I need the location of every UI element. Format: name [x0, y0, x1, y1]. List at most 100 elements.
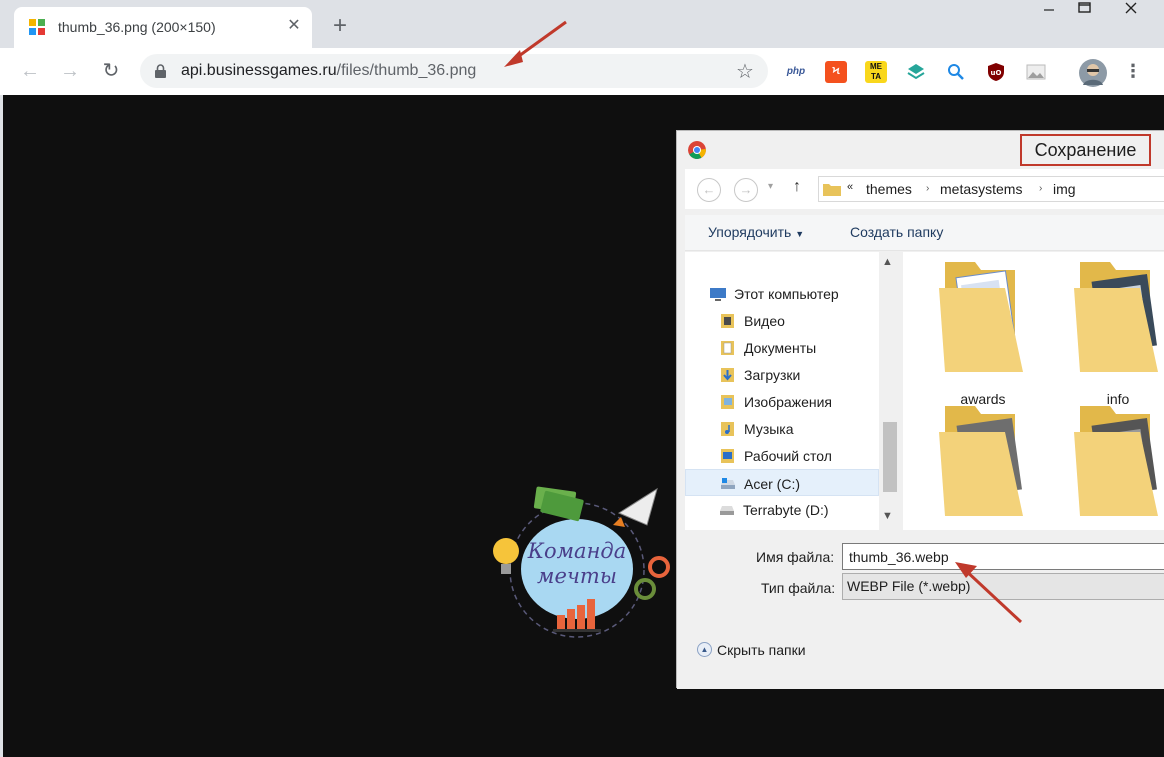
save-dialog: Сохранение ← → ▾ ↑ « themes › metasystem… [676, 130, 1164, 689]
address-bar[interactable]: api.businessgames.ru/files/thumb_36.png … [140, 54, 768, 88]
tree-item-label: Загрузки [744, 367, 801, 383]
dialog-command-bar: Упорядочить ▼ Создать папку [685, 215, 1164, 251]
chevron-up-icon: ▲ [697, 642, 712, 657]
dialog-navigation-bar: ← → ▾ ↑ « themes › metasystems › img [685, 169, 1164, 209]
bookmark-star-icon[interactable]: ☆ [736, 59, 754, 84]
dialog-back-icon[interactable]: ← [697, 178, 721, 202]
thumbnail-text-line1: Команда [527, 539, 627, 563]
maximize-icon[interactable] [1062, 0, 1108, 18]
breadcrumb-separator-icon: › [926, 183, 930, 194]
chrome-icon [688, 141, 706, 159]
tree-item-desktop[interactable]: Рабочий стол [685, 442, 879, 469]
tree-item-label: Музыка [744, 421, 794, 437]
folder-icon [1074, 262, 1158, 372]
ya-extension-icon[interactable]: Ϟ [825, 61, 847, 83]
php-extension-icon[interactable]: php [785, 61, 807, 83]
history-dropdown-icon[interactable]: ▾ [768, 181, 773, 192]
breadcrumb[interactable]: « themes › metasystems › img [818, 176, 1164, 202]
tree-item-label: Acer (C:) [744, 476, 800, 492]
layers-extension-icon[interactable] [905, 61, 927, 83]
profile-avatar[interactable] [1079, 59, 1107, 87]
ublock-extension-icon[interactable]: uO [985, 61, 1007, 83]
downloads-folder-icon [721, 368, 734, 382]
scroll-up-icon[interactable]: ▲ [882, 256, 893, 268]
tree-item-drive-c[interactable]: Acer (C:) [685, 469, 879, 496]
new-folder-button[interactable]: Создать папку [850, 224, 943, 240]
pictures-folder-icon [721, 395, 734, 409]
tree-item-label: Рабочий стол [744, 448, 832, 464]
back-icon[interactable]: ← [17, 58, 43, 84]
url-text: api.businessgames.ru/files/thumb_36.png [181, 62, 476, 80]
folder-item-awards[interactable]: awards [923, 258, 1043, 407]
organize-button[interactable]: Упорядочить ▼ [708, 224, 804, 240]
up-folder-icon[interactable]: ↑ [793, 178, 801, 196]
drive-icon [720, 506, 734, 515]
browser-tab[interactable]: thumb_36.png (200×150) ✕ [14, 7, 312, 48]
tree-scrollbar[interactable]: ▲ ▼ [879, 252, 901, 530]
tab-title: thumb_36.png (200×150) [58, 19, 216, 35]
tree-item-label: Видео [744, 313, 785, 329]
folder-icon [939, 406, 1023, 516]
new-tab-button[interactable]: + [327, 14, 353, 40]
tree-item-label: Terrabyte (D:) [743, 502, 829, 518]
tree-item-video[interactable]: Видео [685, 307, 879, 334]
folder-icon [1074, 406, 1158, 516]
filename-label: Имя файла: [756, 549, 835, 565]
filename-field[interactable] [842, 543, 1164, 570]
tree-item-pictures[interactable]: Изображения [685, 388, 879, 415]
breadcrumb-segment-img[interactable]: img [1053, 181, 1076, 197]
filetype-select[interactable]: WEBP File (*.webp) [842, 573, 1164, 600]
search-extension-icon[interactable] [945, 61, 967, 83]
hide-folders-label: Скрыть папки [717, 642, 806, 658]
drive-icon [721, 478, 735, 489]
tree-item-label: Изображения [744, 394, 832, 410]
computer-icon [710, 288, 726, 301]
video-folder-icon [721, 314, 734, 328]
breadcrumb-separator-icon: › [1039, 183, 1043, 194]
breadcrumb-segment-metasystems[interactable]: metasystems [940, 181, 1022, 197]
lock-icon [155, 64, 166, 78]
image-favicon-icon [29, 19, 45, 35]
dialog-title: Сохранение [1020, 134, 1151, 166]
window-close-icon[interactable] [1108, 0, 1154, 18]
url-host: api.businessgames.ru [181, 62, 337, 79]
tab-strip: thumb_36.png (200×150) ✕ + [0, 0, 1164, 48]
thumbnail-image: Команда мечты [493, 486, 670, 638]
image-extension-icon[interactable] [1025, 61, 1047, 83]
music-folder-icon [721, 422, 734, 436]
forward-icon[interactable]: → [57, 58, 83, 84]
meta-extension-icon[interactable]: ME TA [865, 61, 887, 83]
tree-item-drive-d[interactable]: Terrabyte (D:) [685, 496, 879, 523]
file-list: awards info [903, 252, 1164, 530]
breadcrumb-segment-themes[interactable]: themes [866, 181, 912, 197]
tree-item-label: Документы [744, 340, 817, 356]
folder-icon [823, 184, 841, 196]
dialog-forward-icon[interactable]: → [734, 178, 758, 202]
filetype-label: Тип файла: [761, 580, 836, 596]
desktop-folder-icon [721, 449, 734, 463]
organize-label: Упорядочить [708, 224, 792, 240]
folder-item-info[interactable]: info [1058, 258, 1164, 407]
scroll-thumb[interactable] [883, 422, 897, 492]
documents-folder-icon [721, 341, 734, 355]
scroll-down-icon[interactable]: ▼ [882, 510, 893, 522]
tree-item-label: Этот компьютер [734, 286, 839, 302]
svg-text:uO: uO [991, 69, 1002, 77]
navigation-tree: Этот компьютер Видео Документы Загрузки … [685, 252, 901, 530]
tree-item-downloads[interactable]: Загрузки [685, 361, 879, 388]
reload-icon[interactable]: ↻ [98, 58, 124, 84]
folder-item[interactable] [923, 402, 1043, 542]
tree-item-this-pc[interactable]: Этот компьютер [685, 280, 879, 307]
tree-item-documents[interactable]: Документы [685, 334, 879, 361]
thumbnail-text-line2: мечты [537, 564, 617, 588]
url-path: /files/thumb_36.png [336, 62, 477, 79]
folder-item[interactable] [1058, 402, 1164, 542]
browser-toolbar: ← → ↻ api.businessgames.ru/files/thumb_3… [0, 48, 1164, 95]
breadcrumb-chevrons: « [847, 181, 854, 193]
chevron-down-icon: ▼ [795, 229, 805, 239]
tab-close-icon[interactable]: ✕ [284, 16, 304, 36]
folder-icon [939, 262, 1023, 372]
menu-kebab-icon[interactable]: ⋮ [1120, 58, 1146, 84]
tree-item-music[interactable]: Музыка [685, 415, 879, 442]
dialog-footer: Имя файла: Тип файла: WEBP File (*.webp)… [677, 531, 1164, 689]
